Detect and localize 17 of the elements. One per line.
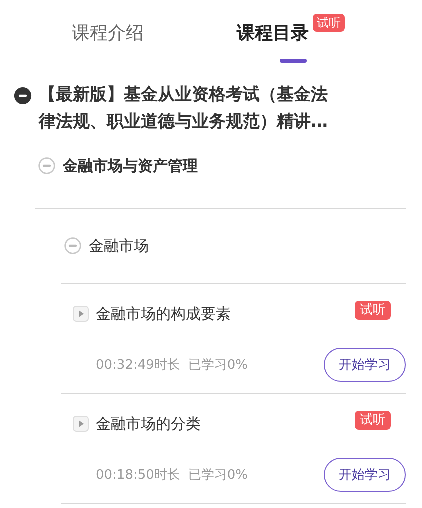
- trial-badge: 试听: [355, 411, 391, 430]
- tab[interactable]: 课程介绍: [72, 19, 144, 47]
- lesson-duration: 00:18:50时长: [96, 466, 180, 484]
- section-title[interactable]: 金融市场: [89, 236, 149, 256]
- collapse-icon[interactable]: [14, 87, 32, 105]
- trial-badge: 试听: [355, 301, 391, 320]
- play-icon: [73, 416, 89, 432]
- play-icon: [73, 306, 89, 322]
- chapter-title[interactable]: 金融市场与资产管理: [63, 156, 198, 176]
- lesson-duration: 00:32:49时长: [96, 356, 180, 374]
- lesson-title[interactable]: 金融市场的构成要素: [96, 304, 231, 324]
- start-study-button[interactable]: 开始学习: [324, 348, 406, 382]
- course-title[interactable]: 【最新版】基金从业资格考试（基金法律法规、职业道德与业务规范）精讲…: [39, 82, 335, 136]
- start-study-button[interactable]: 开始学习: [324, 458, 406, 492]
- trial-badge: 试听: [313, 14, 345, 32]
- lesson-title[interactable]: 金融市场的分类: [96, 414, 201, 434]
- active-tab-underline: [280, 59, 307, 63]
